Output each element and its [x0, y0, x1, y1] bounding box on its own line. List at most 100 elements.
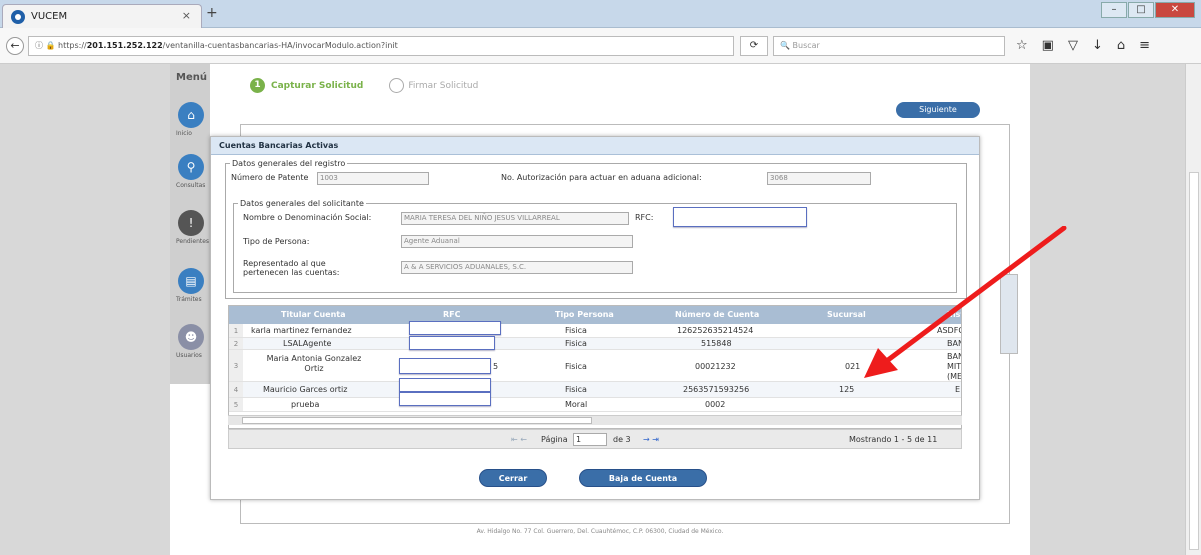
rfc-tail-cell: 5: [493, 362, 499, 371]
titular-cell: prueba: [291, 400, 320, 409]
table-row[interactable]: 1 karla martinez fernandez Fisica 126252…: [229, 321, 961, 344]
menu-label-tramites[interactable]: Trámites: [176, 296, 202, 303]
registro-legend: Datos generales del registro: [232, 159, 346, 168]
scrollbar-thumb[interactable]: [1189, 172, 1199, 550]
back-button[interactable]: ←: [6, 37, 24, 55]
baja-de-cuenta-button[interactable]: Baja de Cuenta: [579, 469, 707, 487]
cerrar-button[interactable]: Cerrar: [479, 469, 547, 487]
col-institucion[interactable]: Instit: [947, 306, 961, 324]
tab-close-icon[interactable]: ×: [182, 9, 191, 22]
representado-label-2: pertenecen las cuentas:: [243, 268, 340, 277]
titular-cell: karla martinez fernandez: [251, 326, 352, 335]
rfc-field[interactable]: [673, 207, 807, 227]
new-tab-button[interactable]: +: [206, 5, 218, 21]
vucem-favicon-icon: [11, 9, 25, 24]
step2-circle-icon: [389, 78, 405, 93]
col-cuenta[interactable]: Número de Cuenta: [675, 306, 759, 324]
table-row[interactable]: 2 LSALAgente Fisica 515848 BAN: [229, 336, 961, 350]
users-icon[interactable]: ☻: [178, 324, 204, 350]
hscroll-thumb[interactable]: [242, 417, 592, 424]
de-total-label: de 3: [613, 435, 631, 444]
tipo-persona-label: Tipo de Persona:: [243, 237, 310, 246]
side-menu: Menú ⌂ Inicio ⚲ Consultas ! Pendientes ▤…: [170, 64, 210, 384]
wizard-steps: 1 Capturar Solicitud Firmar Solicitud: [250, 78, 478, 93]
menu-label-inicio[interactable]: Inicio: [176, 130, 192, 137]
clipboard-icon[interactable]: ▣: [1042, 38, 1054, 53]
step1-number: 1: [250, 78, 265, 93]
close-window-button[interactable]: ✕: [1155, 2, 1195, 18]
col-tipo[interactable]: Tipo Persona: [555, 306, 614, 324]
representado-field[interactable]: A & A SERVICIOS ADUANALES, S.C.: [401, 261, 633, 274]
browser-tab[interactable]: VUCEM ×: [2, 4, 202, 28]
background-panel-edge: [1000, 274, 1018, 354]
tipo-cell: Fisica: [565, 326, 587, 335]
page-footer: Av. Hidalgo No. 77 Col. Guerrero, Del. C…: [476, 528, 724, 535]
col-titular[interactable]: Titular Cuenta: [281, 306, 346, 324]
tipo-cell: Moral: [565, 400, 588, 409]
home-icon[interactable]: ⌂: [1117, 38, 1125, 53]
patente-field[interactable]: 1003: [317, 172, 429, 185]
rfc-redacted-cell: [409, 321, 501, 335]
solicitante-legend: Datos generales del solicitante: [240, 199, 364, 208]
navigation-bar: ← ⓘ 🔒 https://201.151.252.122/ventanilla…: [0, 28, 1201, 64]
table-row[interactable]: 3 Maria Antonia Gonzalez Ortiz 5 Fisica …: [229, 350, 961, 382]
cuenta-cell: 00021232: [695, 362, 736, 371]
col-sucursal[interactable]: Sucursal: [827, 306, 866, 324]
dialog-title: Cuentas Bancarias Activas: [211, 137, 979, 155]
info-icon: ⓘ 🔒: [35, 41, 59, 50]
siguiente-button[interactable]: Siguiente: [896, 102, 980, 118]
titular-cell: LSALAgente: [283, 339, 332, 348]
cuenta-cell: 2563571593256: [683, 385, 750, 394]
next-last-page-icon[interactable]: → ⇥: [643, 435, 659, 444]
step2-label: Firmar Solicitud: [408, 80, 479, 91]
table-horizontal-scrollbar[interactable]: [228, 415, 962, 425]
browser-search-input[interactable]: 🔍 Buscar: [773, 36, 1005, 56]
tipo-persona-field[interactable]: Agente Aduanal: [401, 235, 633, 248]
cuenta-cell: 126252635214524: [677, 326, 754, 335]
first-prev-page-icon[interactable]: ⇤ ←: [511, 435, 527, 444]
bookmark-star-icon[interactable]: ☆: [1016, 38, 1028, 53]
nombre-field[interactable]: MARIA TERESA DEL NIÑO JESUS VILLARREAL: [401, 212, 629, 225]
menu-label-usuarios[interactable]: Usuarios: [176, 352, 202, 359]
menu-label-consultas[interactable]: Consultas: [176, 182, 205, 189]
pocket-icon[interactable]: ▽: [1068, 38, 1078, 53]
cuenta-cell: 0002: [705, 400, 726, 409]
row-number: 5: [229, 398, 243, 411]
browser-toolbar: ☆ ▣ ▽ ↓ ⌂ ≡: [1016, 38, 1150, 53]
autorizacion-field[interactable]: 3068: [767, 172, 871, 185]
search-icon[interactable]: ⚲: [178, 154, 204, 180]
alert-icon[interactable]: !: [178, 210, 204, 236]
page-scrollbar[interactable]: [1185, 64, 1201, 555]
institucion-cell: E: [955, 385, 961, 394]
download-icon[interactable]: ↓: [1092, 38, 1103, 53]
row-number: 4: [229, 382, 243, 397]
representado-label-1: Representado al que: [243, 259, 326, 268]
table-row[interactable]: 5 prueba Moral 0002: [229, 392, 961, 412]
table-pager: ⇤ ← Página 1 de 3 → ⇥ Mostrando 1 - 5 de…: [228, 429, 962, 449]
nombre-label: Nombre o Denominación Social:: [243, 213, 372, 222]
row-number: 1: [229, 324, 243, 337]
home-icon[interactable]: ⌂: [178, 102, 204, 128]
hamburger-menu-icon[interactable]: ≡: [1139, 38, 1150, 53]
autorizacion-label: No. Autorización para actuar en aduana a…: [501, 173, 702, 182]
titular-cell: Maria Antonia Gonzalez Ortiz: [266, 354, 362, 373]
sucursal-cell: 021: [845, 362, 861, 371]
form-icon[interactable]: ▤: [178, 268, 204, 294]
rfc-redacted-cell: [399, 358, 491, 374]
reload-icon[interactable]: ⟳: [740, 36, 768, 56]
table-row[interactable]: 4 Mauricio Garces ortiz Fisica 256357159…: [229, 378, 961, 398]
rfc-redacted-cell: [399, 392, 491, 406]
url-host: 201.151.252.122: [86, 41, 163, 50]
menu-label-pendientes[interactable]: Pendientes: [176, 238, 209, 245]
titular-cell: Mauricio Garces ortiz: [263, 385, 348, 394]
cuenta-cell: 515848: [701, 339, 732, 348]
page-number-input[interactable]: 1: [573, 433, 607, 446]
row-number: 3: [229, 350, 243, 381]
address-bar[interactable]: ⓘ 🔒 https://201.151.252.122/ventanilla-c…: [28, 36, 734, 56]
pagina-label: Página: [541, 435, 568, 444]
cuentas-bancarias-dialog: Cuentas Bancarias Activas Datos generale…: [210, 136, 980, 500]
institucion-cell: BAN: [947, 339, 961, 348]
institucion-cell: BAN MIT (ME: [947, 352, 962, 381]
minimize-button[interactable]: –: [1101, 2, 1127, 18]
maximize-button[interactable]: □: [1128, 2, 1154, 18]
